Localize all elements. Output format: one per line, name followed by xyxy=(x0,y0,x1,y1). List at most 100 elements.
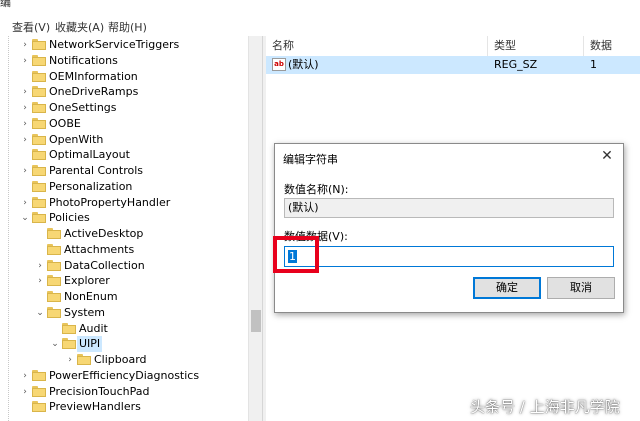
tree-item-label: Explorer xyxy=(64,274,110,288)
tree-item[interactable]: › OpenWith xyxy=(0,132,248,148)
tree-item[interactable]: OEMInformation xyxy=(0,69,248,85)
folder-icon xyxy=(32,212,46,224)
folder-icon xyxy=(32,102,46,113)
menu-item-favorites[interactable]: 收藏夹(A) xyxy=(55,19,104,35)
tree-item-label: OptimalLayout xyxy=(49,148,130,162)
menu-item-help[interactable]: 帮助(H) xyxy=(108,19,147,35)
tree-expander-icon[interactable]: › xyxy=(65,352,75,368)
string-value-icon: ab xyxy=(272,58,286,71)
value-name-field: (默认) xyxy=(284,198,614,218)
tree-item-label: OneSettings xyxy=(49,101,117,114)
value-name-label: 数值名称(N): xyxy=(284,183,349,196)
folder-icon xyxy=(47,243,61,255)
tree-item[interactable]: › Explorer xyxy=(0,273,248,289)
tree-expander-icon[interactable]: › xyxy=(35,273,45,289)
menu-item-view[interactable]: 查看(V) xyxy=(12,19,50,35)
tree-expander-icon[interactable]: ⌄ xyxy=(50,336,60,352)
tree-item[interactable]: Attachments xyxy=(0,242,248,258)
tree-expander-icon[interactable]: ⌄ xyxy=(20,210,30,226)
tree-item-label: PreviewHandlers xyxy=(49,400,141,414)
tree-expander-icon[interactable] xyxy=(20,179,30,195)
tree-expander-icon[interactable] xyxy=(50,321,60,337)
tree-item-label: PowerEfficiencyDiagnostics xyxy=(49,368,200,382)
ok-button[interactable]: 确定 xyxy=(473,277,541,299)
tree-expander-icon[interactable]: › xyxy=(35,258,45,274)
tree-item[interactable]: Audit xyxy=(0,321,248,337)
tree-expander-icon[interactable] xyxy=(20,69,30,85)
tree-item-label: Personalization xyxy=(49,179,133,193)
tree-item[interactable]: ActiveDesktop xyxy=(0,226,248,242)
folder-icon xyxy=(32,149,46,161)
tree-expander-icon[interactable] xyxy=(20,147,30,163)
cancel-button[interactable]: 取消 xyxy=(547,277,615,299)
column-header-type[interactable]: 类型 xyxy=(488,36,584,56)
folder-icon xyxy=(32,133,46,145)
folder-icon xyxy=(32,54,46,66)
tree-item-label: Policies xyxy=(49,211,90,225)
tree-item[interactable]: › OneSettings xyxy=(0,100,248,116)
tree-expander-icon[interactable]: › xyxy=(20,37,30,53)
tree-expander-icon[interactable]: › xyxy=(20,116,30,132)
tree-item[interactable]: › Parental Controls xyxy=(0,163,248,179)
tree-expander-icon[interactable]: › xyxy=(20,195,30,211)
tree-expander-icon[interactable] xyxy=(35,242,45,258)
tree-item[interactable]: › OOBE xyxy=(0,116,248,132)
edit-string-dialog: 编辑字符串 ✕ 数值名称(N): (默认) 数值数据(V): 1 确定 取消 xyxy=(274,143,624,313)
tree-item[interactable]: › NetworkServiceTriggers xyxy=(0,37,248,53)
folder-icon xyxy=(32,180,46,192)
scrollbar-thumb[interactable] xyxy=(251,310,261,332)
tree-item[interactable]: ⌄ System xyxy=(0,305,248,321)
column-header-data[interactable]: 数据 xyxy=(584,36,640,56)
folder-icon xyxy=(47,275,61,287)
tree-item-label: OOBE xyxy=(49,116,81,130)
value-data: 1 xyxy=(590,58,597,71)
folder-icon xyxy=(32,385,46,397)
tree-item[interactable]: › PowerEfficiencyDiagnostics xyxy=(0,368,248,384)
tree-scrollbar[interactable] xyxy=(248,36,263,421)
tree-expander-icon[interactable]: › xyxy=(20,368,30,384)
tree-item[interactable]: ⌄ UIPI xyxy=(0,336,248,353)
value-data-input[interactable]: 1 xyxy=(284,246,614,267)
folder-icon xyxy=(62,338,76,350)
menu-item-edit-partial[interactable]: 编 xyxy=(0,0,11,10)
folder-icon xyxy=(47,306,61,318)
tree-item[interactable]: › Clipboard xyxy=(0,352,248,368)
watermark: 头条号 / 上海非凡学院 xyxy=(470,398,620,416)
tree-item-label: PrecisionTouchPad xyxy=(49,384,150,398)
tree-expander-icon[interactable] xyxy=(20,399,30,415)
folder-icon xyxy=(62,322,76,334)
folder-icon xyxy=(32,369,46,381)
tree-item[interactable]: ⌄ Policies xyxy=(0,210,248,226)
tree-expander-icon[interactable]: ⌄ xyxy=(35,305,45,321)
tree-expander-icon[interactable] xyxy=(35,289,45,305)
tree-item[interactable]: › OneDriveRamps xyxy=(0,84,248,100)
tree-item[interactable]: Personalization xyxy=(0,179,248,195)
folder-icon xyxy=(77,354,91,365)
tree-item[interactable]: OptimalLayout xyxy=(0,147,248,163)
folder-icon xyxy=(32,70,46,82)
annotation-highlight-box xyxy=(273,236,319,273)
dialog-title: 编辑字符串 xyxy=(283,153,338,166)
column-header-name[interactable]: 名称 xyxy=(266,36,488,56)
registry-tree[interactable]: › NetworkServiceTriggers › Notifications OEM… xyxy=(0,36,262,421)
tree-item[interactable]: PreviewHandlers xyxy=(0,399,248,415)
value-row-default[interactable]: ab (默认) REG_SZ 1 xyxy=(266,56,640,74)
tree-expander-icon[interactable]: › xyxy=(20,384,30,400)
tree-expander-icon[interactable] xyxy=(35,226,45,242)
tree-expander-icon[interactable]: › xyxy=(20,100,30,116)
value-type: REG_SZ xyxy=(494,58,538,71)
tree-expander-icon[interactable]: › xyxy=(20,84,30,100)
close-icon[interactable]: ✕ xyxy=(599,147,615,165)
tree-item[interactable]: › PrecisionTouchPad xyxy=(0,384,248,400)
tree-item-label: Parental Controls xyxy=(49,164,143,177)
tree-item-label: DataCollection xyxy=(64,258,145,272)
tree-expander-icon[interactable]: › xyxy=(20,132,30,148)
tree-item[interactable]: › DataCollection xyxy=(0,258,248,274)
tree-expander-icon[interactable]: › xyxy=(20,53,30,69)
tree-expander-icon[interactable]: › xyxy=(20,163,30,179)
tree-item[interactable]: NonEnum xyxy=(0,289,248,305)
tree-item[interactable]: › PhotoPropertyHandler xyxy=(0,195,248,211)
tree-item[interactable]: › Notifications xyxy=(0,53,248,69)
folder-icon xyxy=(47,259,61,271)
tree-item-label: OpenWith xyxy=(49,132,104,146)
